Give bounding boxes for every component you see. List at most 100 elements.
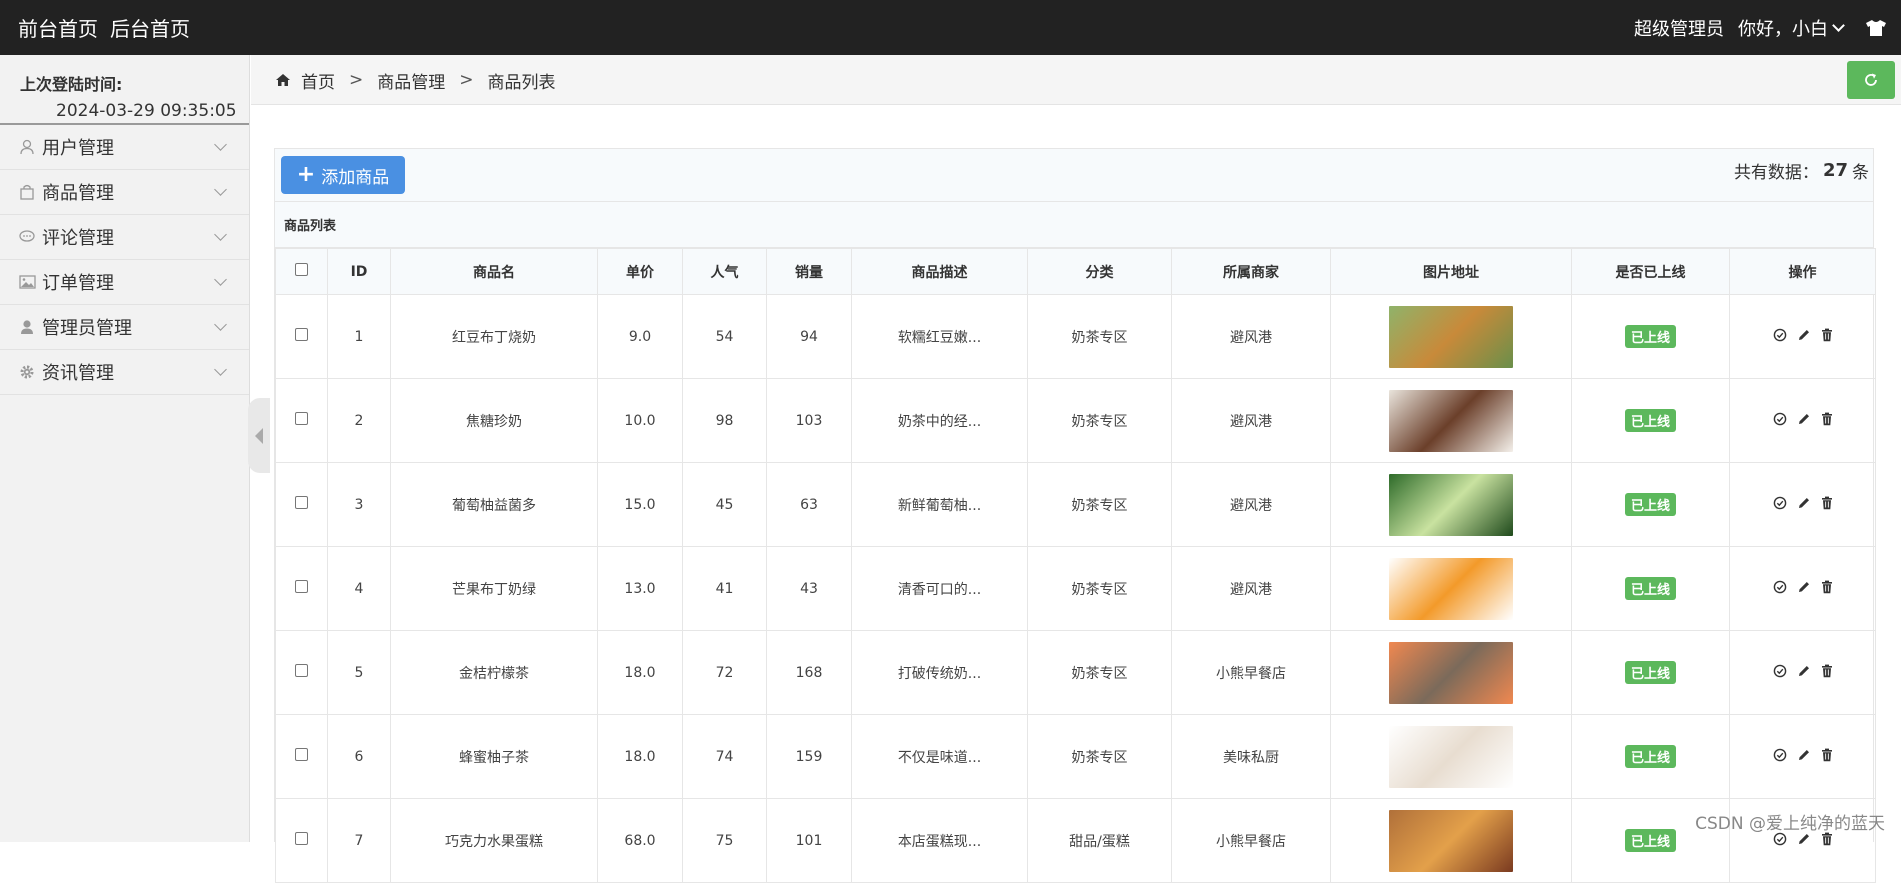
- cell-sales: 63: [766, 462, 852, 547]
- header-price: 单价: [597, 248, 683, 295]
- table-row: 7 巧克力水果蛋糕 68.0 75 101 本店蛋糕现... 甜品/蛋糕 小熊早餐店 已上线: [275, 798, 1876, 883]
- check-circle-icon[interactable]: [1773, 412, 1787, 430]
- sidebar-item-orders[interactable]: 订单管理: [0, 260, 249, 305]
- edit-pencil-icon[interactable]: [1797, 664, 1811, 682]
- cell-online: 已上线: [1571, 546, 1730, 631]
- sidebar-item-label: 评论管理: [42, 228, 114, 249]
- sidebar-item-comments[interactable]: 评论管理: [0, 215, 249, 260]
- header-image: 图片地址: [1330, 248, 1572, 295]
- trash-icon[interactable]: [1821, 748, 1833, 766]
- cell-online: 已上线: [1571, 378, 1730, 463]
- row-checkbox[interactable]: [295, 748, 308, 761]
- refresh-button[interactable]: [1847, 61, 1895, 99]
- row-checkbox[interactable]: [295, 412, 308, 425]
- edit-pencil-icon[interactable]: [1797, 748, 1811, 766]
- cell-image: [1330, 630, 1572, 715]
- sidebar-collapse-toggle[interactable]: [248, 398, 270, 473]
- breadcrumb-home[interactable]: 首页: [301, 68, 335, 93]
- greeting-label: 你好，小白: [1738, 18, 1828, 40]
- table-title: 商品列表: [275, 202, 1873, 248]
- edit-pencil-icon[interactable]: [1797, 496, 1811, 514]
- cell-id: 3: [327, 462, 391, 547]
- row-checkbox[interactable]: [295, 664, 308, 677]
- last-login-box: 上次登陆时间: 2024-03-29 09:35:05: [0, 55, 249, 125]
- product-thumbnail: [1389, 389, 1513, 452]
- check-circle-icon[interactable]: [1773, 664, 1787, 682]
- trash-icon[interactable]: [1821, 496, 1833, 514]
- breadcrumb-goods[interactable]: 商品管理: [377, 68, 445, 93]
- header-id: ID: [327, 248, 391, 295]
- cell-popularity: 98: [682, 378, 767, 463]
- sidebar: 上次登陆时间: 2024-03-29 09:35:05 用户管理 商品管理 评论…: [0, 55, 250, 842]
- gear-icon: [18, 363, 36, 381]
- row-select-cell: [275, 378, 328, 463]
- cell-category: 奶茶专区: [1027, 714, 1172, 799]
- trash-icon[interactable]: [1821, 412, 1833, 430]
- cell-name: 芒果布丁奶绿: [390, 546, 598, 631]
- check-circle-icon[interactable]: [1773, 832, 1787, 850]
- row-checkbox[interactable]: [295, 580, 308, 593]
- table-row: 1 红豆布丁烧奶 9.0 54 94 软糯红豆嫩... 奶茶专区 避风港 已上线: [275, 294, 1876, 379]
- check-circle-icon[interactable]: [1773, 496, 1787, 514]
- trash-icon[interactable]: [1821, 832, 1833, 850]
- cell-merchant: 小熊早餐店: [1171, 630, 1331, 715]
- cell-merchant: 避风港: [1171, 378, 1331, 463]
- header-select-all[interactable]: [275, 248, 328, 295]
- sidebar-item-goods[interactable]: 商品管理: [0, 170, 249, 215]
- row-checkbox[interactable]: [295, 328, 308, 341]
- cell-ops: [1729, 294, 1876, 379]
- role-label: 超级管理员: [1634, 18, 1724, 40]
- sidebar-item-admins[interactable]: 管理员管理: [0, 305, 249, 350]
- theme-shirt-icon[interactable]: [1865, 19, 1887, 37]
- chevron-down-icon: [214, 183, 227, 196]
- cell-price: 13.0: [597, 546, 683, 631]
- header-ops: 操作: [1729, 248, 1876, 295]
- trash-icon[interactable]: [1821, 328, 1833, 346]
- cell-popularity: 41: [682, 546, 767, 631]
- chevron-down-icon: [214, 318, 227, 331]
- cell-popularity: 45: [682, 462, 767, 547]
- edit-pencil-icon[interactable]: [1797, 832, 1811, 850]
- add-goods-label: 添加商品: [321, 167, 390, 188]
- cell-popularity: 72: [682, 630, 767, 715]
- check-circle-icon[interactable]: [1773, 748, 1787, 766]
- front-home-link[interactable]: 前台首页: [18, 13, 98, 42]
- sidebar-item-label: 订单管理: [42, 273, 114, 294]
- cell-desc: 本店蛋糕现...: [851, 798, 1028, 883]
- breadcrumb-bar: 首页 > 商品管理 > 商品列表: [251, 55, 1901, 105]
- trash-icon[interactable]: [1821, 664, 1833, 682]
- cell-online: 已上线: [1571, 462, 1730, 547]
- cell-category: 甜品/蛋糕: [1027, 798, 1172, 883]
- breadcrumb: 首页 > 商品管理 > 商品列表: [275, 55, 556, 105]
- back-home-link[interactable]: 后台首页: [110, 13, 190, 42]
- row-checkbox[interactable]: [295, 496, 308, 509]
- cell-name: 巧克力水果蛋糕: [390, 798, 598, 883]
- cell-desc: 软糯红豆嫩...: [851, 294, 1028, 379]
- breadcrumb-current: 商品列表: [487, 72, 556, 93]
- product-thumbnail: [1389, 641, 1513, 704]
- check-circle-icon[interactable]: [1773, 328, 1787, 346]
- edit-pencil-icon[interactable]: [1797, 580, 1811, 598]
- add-goods-button[interactable]: + 添加商品: [281, 156, 405, 194]
- edit-pencil-icon[interactable]: [1797, 412, 1811, 430]
- trash-icon[interactable]: [1821, 580, 1833, 598]
- edit-pencil-icon[interactable]: [1797, 328, 1811, 346]
- count-value: 27: [1822, 159, 1848, 181]
- sidebar-item-news[interactable]: 资讯管理: [0, 350, 249, 395]
- status-badge: 已上线: [1624, 577, 1676, 600]
- sidebar-item-users[interactable]: 用户管理: [0, 125, 249, 170]
- check-circle-icon[interactable]: [1773, 580, 1787, 598]
- row-select-cell: [275, 798, 328, 883]
- select-all-checkbox[interactable]: [295, 263, 308, 276]
- cell-ops: [1729, 546, 1876, 631]
- cell-id: 1: [327, 294, 391, 379]
- user-dropdown[interactable]: 你好，小白: [1738, 15, 1851, 41]
- header-desc: 商品描述: [851, 248, 1028, 295]
- row-checkbox[interactable]: [295, 832, 308, 845]
- cell-merchant: 避风港: [1171, 294, 1331, 379]
- cell-id: 2: [327, 378, 391, 463]
- status-badge: 已上线: [1624, 409, 1676, 432]
- watermark: CSDN @爱上纯净的蓝天: [1695, 814, 1885, 834]
- cell-category: 奶茶专区: [1027, 630, 1172, 715]
- cell-ops: [1729, 630, 1876, 715]
